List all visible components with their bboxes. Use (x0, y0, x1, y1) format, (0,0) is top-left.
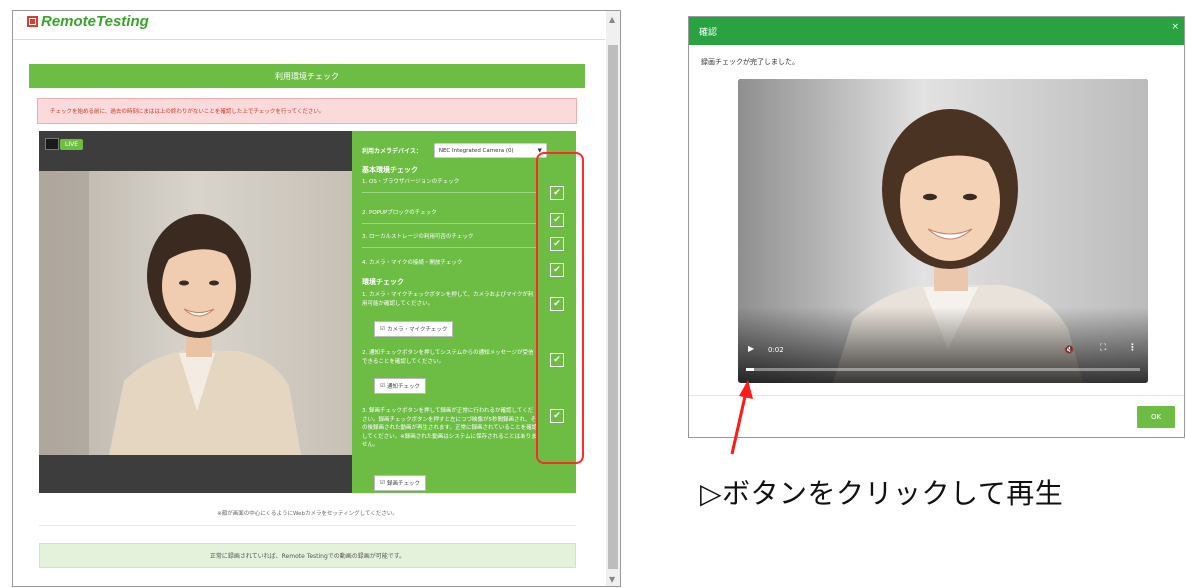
scrollbar[interactable]: ▲ ▼ (606, 11, 620, 586)
device-selected-value: NEC Integrated Camera (0( (438, 147, 514, 154)
dialog-title: 確認 (699, 27, 718, 38)
video-progress (746, 368, 754, 371)
instruction-caption: ▷ボタンをクリックして再生 (700, 477, 1064, 510)
camera-setup-note: ※顔が画面の中心にくるようにWebカメラをセッティングしてください。 (217, 511, 398, 517)
recorded-video-frame (738, 79, 1148, 383)
more-options-icon[interactable]: ⋮ (1128, 343, 1137, 353)
fullscreen-icon[interactable]: ⛶ (1100, 343, 1106, 353)
logo-text: RemoteTesting (41, 13, 149, 30)
camera-mic-check-label: カメラ・マイクチェック (386, 327, 448, 333)
basic-check-item: 2. POPUPブロックのチェック (362, 209, 538, 224)
dialog-divider (689, 395, 1184, 396)
record-check-button[interactable]: ☑ 録画チェック (374, 475, 426, 491)
checkbox-icon: ☑ (380, 326, 385, 332)
basic-check-title: 基本環境チェック (362, 166, 418, 174)
live-indicator: LIVE (45, 138, 84, 150)
close-icon[interactable]: × (1171, 22, 1179, 32)
success-banner: 正常に録画されていれば、Remote Testingでの動画の録画が可能です。 (39, 543, 576, 568)
video-time: 0:02 (768, 346, 784, 354)
camera-preview: LIVE (39, 131, 352, 493)
play-icon[interactable]: ▶ (748, 344, 754, 353)
basic-check-item: 1. OS・ブラウザバージョンのチェック (362, 178, 538, 193)
notify-check-button[interactable]: ☑ 通知チェック (374, 378, 426, 394)
notify-check-label: 通知チェック (386, 384, 420, 390)
bottom-divider (39, 525, 576, 526)
device-row: 利用カメラデバイス： NEC Integrated Camera (0( ▼ (362, 143, 547, 158)
camera-device-select[interactable]: NEC Integrated Camera (0( ▼ (433, 143, 547, 158)
highlight-frame (536, 152, 584, 464)
environment-check-window: RemoteTesting ▲ ▼ 利用環境チェック チェックを始める前に、過去… (12, 10, 621, 587)
scrollbar-thumb[interactable] (608, 45, 618, 569)
video-seekbar[interactable] (746, 368, 1140, 371)
live-label: LIVE (60, 138, 84, 150)
basic-check-item: 3. ローカルストレージの利用可否のチェック (362, 233, 538, 248)
page-title: 利用環境チェック (29, 64, 585, 88)
dialog-header: 確認 (689, 17, 1184, 45)
scroll-up-icon[interactable]: ▲ (609, 15, 615, 24)
red-arrow-icon (730, 380, 753, 455)
checkbox-icon: ☑ (380, 480, 385, 486)
logo-icon (27, 16, 38, 27)
logo: RemoteTesting (27, 13, 149, 30)
device-label: 利用カメラデバイス： (362, 148, 422, 155)
camera-icon (45, 138, 59, 150)
scroll-down-icon[interactable]: ▼ (609, 575, 615, 584)
header-divider (13, 39, 605, 40)
camera-feed-image (39, 171, 352, 455)
basic-check-item: 4. カメラ・マイクの接続・開放チェック (362, 260, 463, 266)
env-check-item: 3. 録画チェックボタンを押して録画が正常に行われるか確認してください。録画チェ… (362, 408, 538, 448)
env-check-title: 環境チェック (362, 278, 404, 286)
ok-button[interactable]: OK (1137, 406, 1175, 428)
record-check-label: 録画チェック (386, 481, 420, 487)
checkbox-icon: ☑ (380, 383, 385, 389)
env-check-item: 2. 通知チェックボタンを押してシステムからの通知メッセージが受信できることを確… (362, 350, 534, 365)
env-check-item: 1. カメラ・マイクチェックボタンを押して、カメラおよびマイクが利用可能か確認し… (362, 292, 534, 307)
mute-icon[interactable]: 🔇 (1064, 345, 1074, 354)
alert-message: チェックを始める前に、過去の時刻にまはは上の終わりがないことを確認した上でチェッ… (37, 98, 577, 124)
camera-mic-check-button[interactable]: ☑ カメラ・マイクチェック (374, 321, 454, 337)
confirm-dialog: 確認 × 録画チェックが完了しました。 ▶ 0:02 🔇 ⛶ ⋮ OK (688, 16, 1185, 438)
dialog-message: 録画チェックが完了しました。 (701, 58, 799, 66)
video-player[interactable]: ▶ 0:02 🔇 ⛶ ⋮ (738, 79, 1148, 383)
